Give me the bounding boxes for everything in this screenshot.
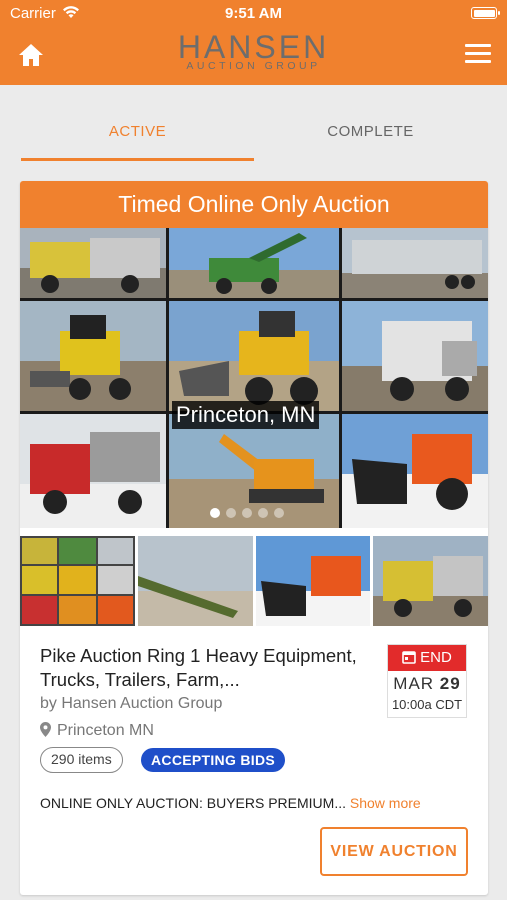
carousel-pagination[interactable] <box>210 505 290 518</box>
hansen-logo: HANSEN AUCTION GROUP <box>0 30 507 72</box>
photo-green-loader <box>169 228 339 298</box>
end-time: 10:00a CDT <box>391 697 463 712</box>
carousel-dot[interactable] <box>226 508 236 518</box>
auction-type-banner: Timed Online Only Auction <box>20 181 488 228</box>
logo-sub-text: AUCTION GROUP <box>186 60 321 72</box>
hero-location-label: Princeton, MN <box>172 401 320 429</box>
logo-main-text: HANSEN <box>177 29 330 65</box>
photo-skid-steer <box>20 301 166 411</box>
carousel-dot[interactable] <box>258 508 268 518</box>
carousel-dot[interactable] <box>274 508 284 518</box>
location-text: Princeton MN <box>57 722 154 739</box>
app-header: Carrier 9:51 AM HANSEN AUCTION GROUP <box>0 0 507 85</box>
photo-dump-truck-yellow <box>20 228 166 298</box>
auction-card[interactable]: Timed Online Only Auction Princeton, MN … <box>20 181 488 895</box>
battery-icon <box>471 7 500 19</box>
auction-image-carousel[interactable]: Princeton, MN <box>20 228 488 528</box>
description-text: ONLINE ONLY AUCTION: BUYERS PREMIUM... <box>40 795 346 811</box>
show-more-link[interactable]: Show more <box>350 795 421 811</box>
end-day: 29 <box>439 674 461 693</box>
thumbnail-yellow-truck[interactable] <box>373 536 488 626</box>
photo-orange-loader-snow <box>342 414 488 528</box>
calendar-icon <box>402 651 416 664</box>
photo-red-dump-truck <box>20 414 166 528</box>
photo-silver-trailer <box>342 228 488 298</box>
photo-wheel-loader-yellow <box>169 301 339 411</box>
view-auction-button[interactable]: VIEW AUCTION <box>320 827 468 876</box>
auction-location: Princeton MN <box>40 722 154 740</box>
items-count-pill: 290 items <box>40 747 123 773</box>
hamburger-menu-icon[interactable] <box>465 44 491 66</box>
carousel-dot[interactable] <box>242 508 252 518</box>
auction-description: ONLINE ONLY AUCTION: BUYERS PREMIUM... S… <box>40 795 421 811</box>
tab-complete[interactable]: COMPLETE <box>254 123 487 140</box>
thumbnail-strip[interactable] <box>20 536 488 626</box>
end-date: MAR 29 <box>388 674 466 694</box>
carousel-dot[interactable] <box>210 508 220 518</box>
active-tab-indicator <box>21 158 254 161</box>
auction-title[interactable]: Pike Auction Ring 1 Heavy Equipment, Tru… <box>40 644 370 692</box>
map-pin-icon <box>40 722 51 737</box>
thumbnail-collage[interactable] <box>20 536 135 626</box>
end-header: END <box>388 645 466 671</box>
thumbnail-conveyor[interactable] <box>138 536 253 626</box>
auction-tabs: ACTIVE COMPLETE <box>0 85 507 165</box>
auction-organizer: by Hansen Auction Group <box>40 695 223 712</box>
status-badge: ACCEPTING BIDS <box>141 748 285 772</box>
tab-active[interactable]: ACTIVE <box>21 123 254 140</box>
end-month: MAR <box>393 674 435 693</box>
thumbnail-orange-loader[interactable] <box>256 536 370 626</box>
status-time: 9:51 AM <box>225 5 282 22</box>
photo-semi-truck-white <box>342 301 488 411</box>
end-label: END <box>420 649 452 666</box>
end-date-box: END MAR 29 10:00a CDT <box>387 644 467 718</box>
status-bar: Carrier 9:51 AM <box>0 0 507 28</box>
